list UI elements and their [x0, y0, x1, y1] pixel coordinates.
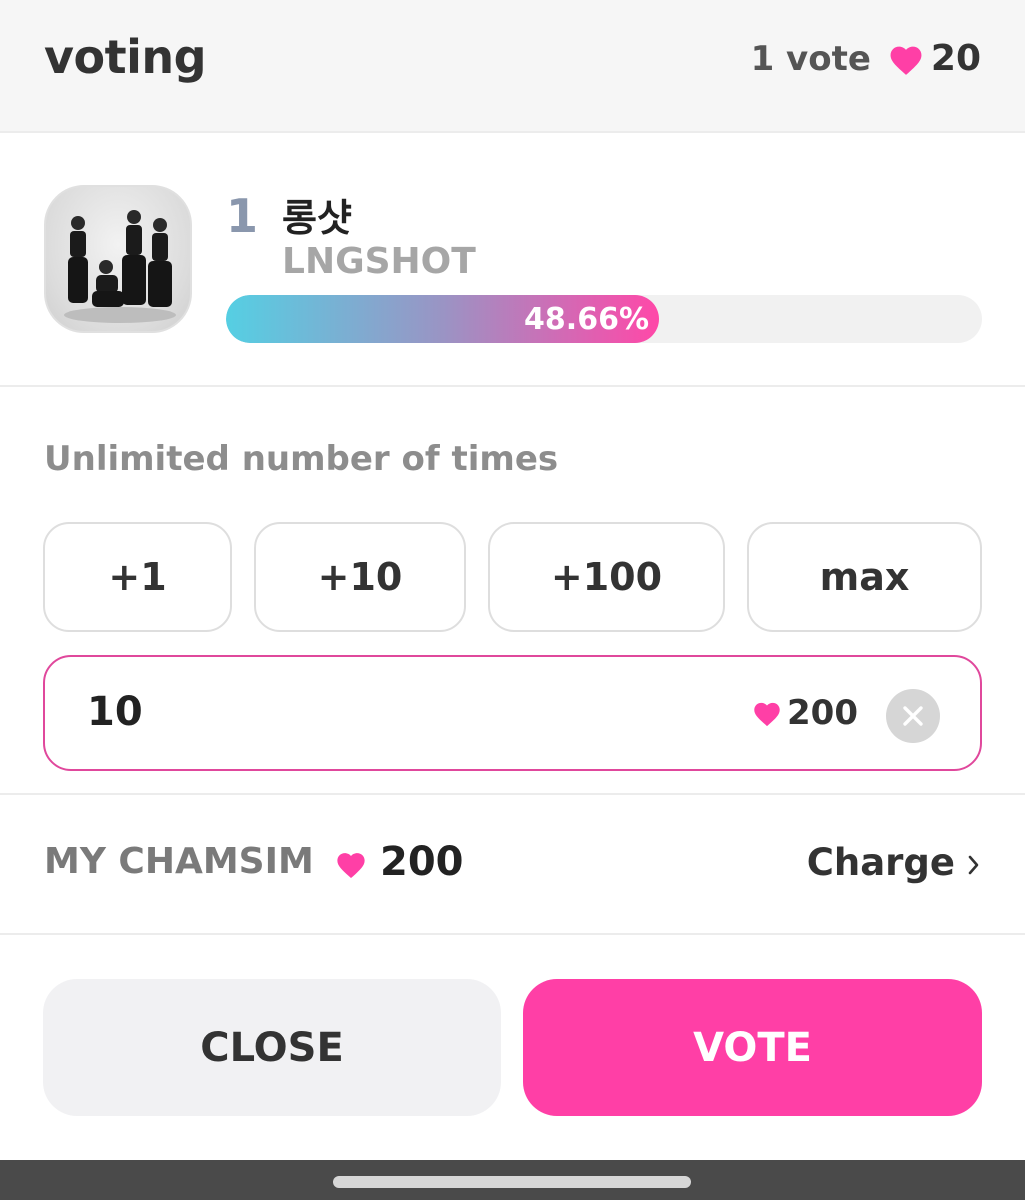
vote-share-fill: 48.66% — [226, 295, 659, 343]
vote-cost-value: 200 — [787, 693, 858, 733]
candidate-card: 1 롱샷 LNGSHOT 48.66% — [0, 135, 1025, 387]
chevron-right-icon[interactable] — [967, 853, 981, 881]
rank-number: 1 — [226, 189, 259, 243]
add-10-button[interactable]: +10 — [254, 522, 466, 632]
candidate-name-english: LNGSHOT — [282, 241, 476, 282]
my-chamsim-balance: 200 — [380, 839, 464, 885]
vote-cost: 200 — [751, 693, 858, 733]
page-title: voting — [44, 30, 207, 84]
max-button[interactable]: max — [747, 522, 982, 632]
close-button[interactable]: CLOSE — [43, 979, 501, 1116]
candidate-name-korean: 롱샷 — [282, 196, 352, 240]
group-photo-image — [64, 210, 176, 323]
add-100-button[interactable]: +100 — [488, 522, 725, 632]
vote-button[interactable]: VOTE — [523, 979, 982, 1116]
add-1-button[interactable]: +1 — [43, 522, 232, 632]
charge-link[interactable]: Charge — [807, 841, 955, 884]
header: voting 1 vote 20 — [0, 0, 1025, 133]
heart-icon — [334, 849, 368, 879]
vote-count: 1 vote — [750, 38, 871, 79]
clear-input-button[interactable] — [886, 689, 940, 743]
close-icon — [903, 706, 923, 726]
avatar — [44, 185, 192, 333]
my-chamsim-label: MY CHAMSIM — [44, 841, 314, 882]
system-nav-bar — [0, 1160, 1025, 1200]
vote-quantity-section: Unlimited number of times +1 +10 +100 ma… — [0, 389, 1025, 795]
my-chamsim-row: MY CHAMSIM 200 Charge — [0, 797, 1025, 935]
vote-limit-caption: Unlimited number of times — [44, 439, 559, 479]
vote-share-bar: 48.66% — [226, 295, 982, 343]
vote-quantity-input[interactable]: 10 200 — [43, 655, 982, 771]
home-indicator[interactable] — [333, 1176, 691, 1188]
heart-icon — [751, 699, 783, 727]
vote-share-label: 48.66% — [524, 302, 649, 337]
vote-summary: 1 vote 20 — [751, 38, 981, 79]
vote-quantity-value[interactable]: 10 — [87, 689, 143, 735]
heart-total: 20 — [930, 38, 981, 79]
heart-icon — [887, 42, 925, 76]
